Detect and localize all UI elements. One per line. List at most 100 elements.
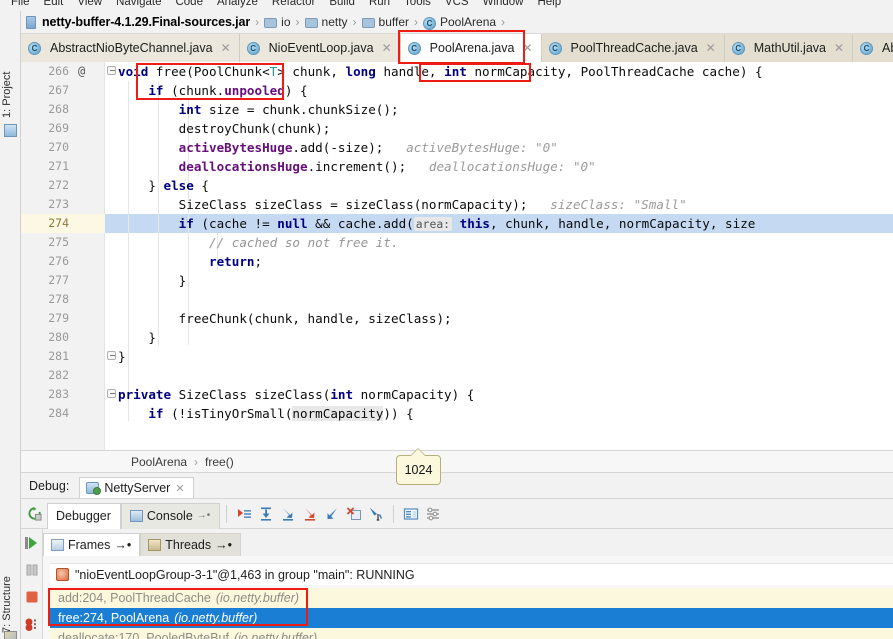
menu-item-refactor[interactable]: Refactor xyxy=(265,0,322,9)
navbar-crumb-netty-label: netty xyxy=(321,15,348,29)
annotation-marker-icon: @ xyxy=(78,64,86,78)
close-icon[interactable]: ✕ xyxy=(522,41,532,55)
menu-item-tools[interactable]: Tools xyxy=(397,0,438,9)
frame-package: (io.netty.buffer) xyxy=(174,611,258,625)
navbar-crumb-class[interactable]: C PoolArena xyxy=(423,15,496,30)
editor-tab-abstract[interactable]: C Abstra xyxy=(853,34,893,62)
menu-bar[interactable]: File Edit View Navigate Code Analyze Ref… xyxy=(0,0,893,11)
menu-item-vcs[interactable]: VCS xyxy=(438,0,476,9)
tab-debugger[interactable]: Debugger xyxy=(47,502,121,529)
editor-tab-poolarena[interactable]: C PoolArena.java ✕ xyxy=(400,34,542,62)
run-to-cursor-icon[interactable] xyxy=(365,503,387,525)
code-line-275: // cached so not free it. xyxy=(209,235,399,250)
menu-item-code[interactable]: Code xyxy=(168,0,210,9)
fold-marker[interactable] xyxy=(105,62,118,81)
menu-item-view[interactable]: View xyxy=(70,0,109,9)
line-number: 275 xyxy=(48,235,69,249)
tab-threads[interactable]: Threads →• xyxy=(140,533,242,556)
line-number: 284 xyxy=(48,406,69,420)
close-icon[interactable]: ✕ xyxy=(221,41,231,55)
toolbar-divider xyxy=(393,504,395,523)
frame-list-item-add[interactable]: add:204, PoolThreadCache (io.netty.buffe… xyxy=(50,588,893,608)
editor-breadcrumb[interactable]: PoolArena › free() xyxy=(21,450,893,473)
line-number: 269 xyxy=(48,121,69,135)
folder-icon xyxy=(264,18,278,28)
menu-item-analyze[interactable]: Analyze xyxy=(210,0,265,9)
step-out-icon[interactable] xyxy=(321,503,343,525)
editor-gutter[interactable]: 266 267 268 269 270 271 272 273 274 275 … xyxy=(21,62,105,450)
java-class-icon: C xyxy=(548,41,562,55)
debugger-side-rail[interactable] xyxy=(21,529,43,639)
drop-frame-icon[interactable] xyxy=(343,503,365,525)
navbar-jar-name[interactable]: netty-buffer-4.1.29.Final-sources.jar xyxy=(42,15,250,29)
menu-item-edit[interactable]: Edit xyxy=(37,0,71,9)
editor-tab-bar[interactable]: C AbstractNioByteChannel.java ✕ C NioEve… xyxy=(21,34,893,62)
menu-item-file[interactable]: File xyxy=(4,0,37,9)
editor-tab-label: MathUtil.java xyxy=(753,41,826,55)
editor-tab-poolthreadcache[interactable]: C PoolThreadCache.java ✕ xyxy=(541,34,725,62)
debug-session-tab[interactable]: NettyServer ✕ xyxy=(79,477,194,498)
line-number: 268 xyxy=(48,102,69,116)
thread-running-icon xyxy=(56,568,69,581)
navbar-separator-3: › xyxy=(352,15,357,29)
close-icon[interactable]: ✕ xyxy=(382,41,392,55)
editor-tab-mathutil[interactable]: C MathUtil.java ✕ xyxy=(724,34,854,62)
menu-item-help[interactable]: Help xyxy=(530,0,568,9)
line-number: 273 xyxy=(48,197,69,211)
rerun-icon[interactable] xyxy=(21,506,47,521)
tab-console[interactable]: Console →• xyxy=(120,502,221,529)
pin-icon[interactable]: →• xyxy=(114,538,131,552)
navbar-crumb-buffer[interactable]: buffer xyxy=(361,15,409,29)
view-breakpoints-icon[interactable] xyxy=(24,617,40,633)
resume-program-icon[interactable] xyxy=(24,535,40,551)
tool-window-button-project[interactable]: 1: Project xyxy=(1,43,20,121)
frames-icon xyxy=(51,539,64,551)
step-into-icon[interactable] xyxy=(277,503,299,525)
menu-item-window[interactable]: Window xyxy=(476,0,531,9)
editor-tab-nioeventloop[interactable]: C NioEventLoop.java ✕ xyxy=(239,34,401,62)
thread-selector[interactable]: "nioEventLoopGroup-3-1"@1,463 in group "… xyxy=(50,563,893,585)
stop-icon[interactable] xyxy=(24,589,40,605)
code-text-area[interactable]: void free(PoolChunk<T> chunk, long handl… xyxy=(118,62,893,450)
close-icon[interactable]: ✕ xyxy=(706,41,716,55)
menu-item-navigate[interactable]: Navigate xyxy=(109,0,168,9)
code-line-270: activeBytesHuge.add(-size); activeBytesH… xyxy=(178,140,558,155)
frame-package: (io.netty.buffer) xyxy=(233,631,318,639)
editor-tab-abstractniobytechannel[interactable]: C AbstractNioByteChannel.java ✕ xyxy=(21,34,240,62)
pin-icon[interactable]: →• xyxy=(215,538,232,552)
tool-window-button-structure[interactable]: 7: Structure xyxy=(1,552,20,636)
pause-program-icon[interactable] xyxy=(24,562,40,578)
line-number: 283 xyxy=(48,387,69,401)
menu-item-build[interactable]: Build xyxy=(322,0,362,9)
code-line-272: } else { xyxy=(118,178,210,193)
fold-marker[interactable] xyxy=(105,385,118,404)
debugger-toolbar[interactable]: Debugger Console →• xyxy=(21,499,893,529)
frame-list-item-free[interactable]: free:274, PoolArena (io.netty.buffer) xyxy=(50,608,893,628)
menu-item-run[interactable]: Run xyxy=(362,0,397,9)
pin-icon[interactable]: →• xyxy=(197,510,211,521)
code-editor[interactable]: 266 267 268 269 270 271 272 273 274 275 … xyxy=(21,62,893,450)
breadcrumb-class[interactable]: PoolArena xyxy=(131,455,187,469)
tab-frames-label: Frames xyxy=(68,538,111,552)
frame-method: deallocate:170, PooledByteBuf xyxy=(58,631,229,639)
navbar-crumb-netty[interactable]: netty xyxy=(304,15,348,29)
tab-frames[interactable]: Frames →• xyxy=(43,533,141,556)
navigation-bar[interactable]: netty-buffer-4.1.29.Final-sources.jar › … xyxy=(0,11,893,34)
breadcrumb-method[interactable]: free() xyxy=(205,455,234,469)
code-line-274: if (cache != null && cache.add(area: thi… xyxy=(178,216,756,231)
navbar-crumb-io[interactable]: io xyxy=(264,15,291,29)
step-over-icon[interactable] xyxy=(255,503,277,525)
toolbar-divider xyxy=(226,504,228,523)
settings-icon[interactable] xyxy=(422,503,444,525)
code-line-267: if (chunk.unpooled) { xyxy=(148,83,308,98)
editor-tab-label: AbstractNioByteChannel.java xyxy=(50,41,213,55)
frames-threads-tab-bar[interactable]: Frames →• Threads →• xyxy=(43,529,893,556)
force-step-into-icon[interactable] xyxy=(299,503,321,525)
show-execution-point-icon[interactable] xyxy=(233,503,255,525)
close-icon[interactable]: ✕ xyxy=(175,482,184,495)
evaluate-expression-icon[interactable] xyxy=(400,503,422,525)
frame-list-item-deallocate[interactable]: deallocate:170, PooledByteBuf (io.netty.… xyxy=(50,628,893,639)
fold-marker[interactable] xyxy=(105,347,118,366)
close-icon[interactable]: ✕ xyxy=(834,41,844,55)
navbar-crumb-io-label: io xyxy=(281,15,291,29)
